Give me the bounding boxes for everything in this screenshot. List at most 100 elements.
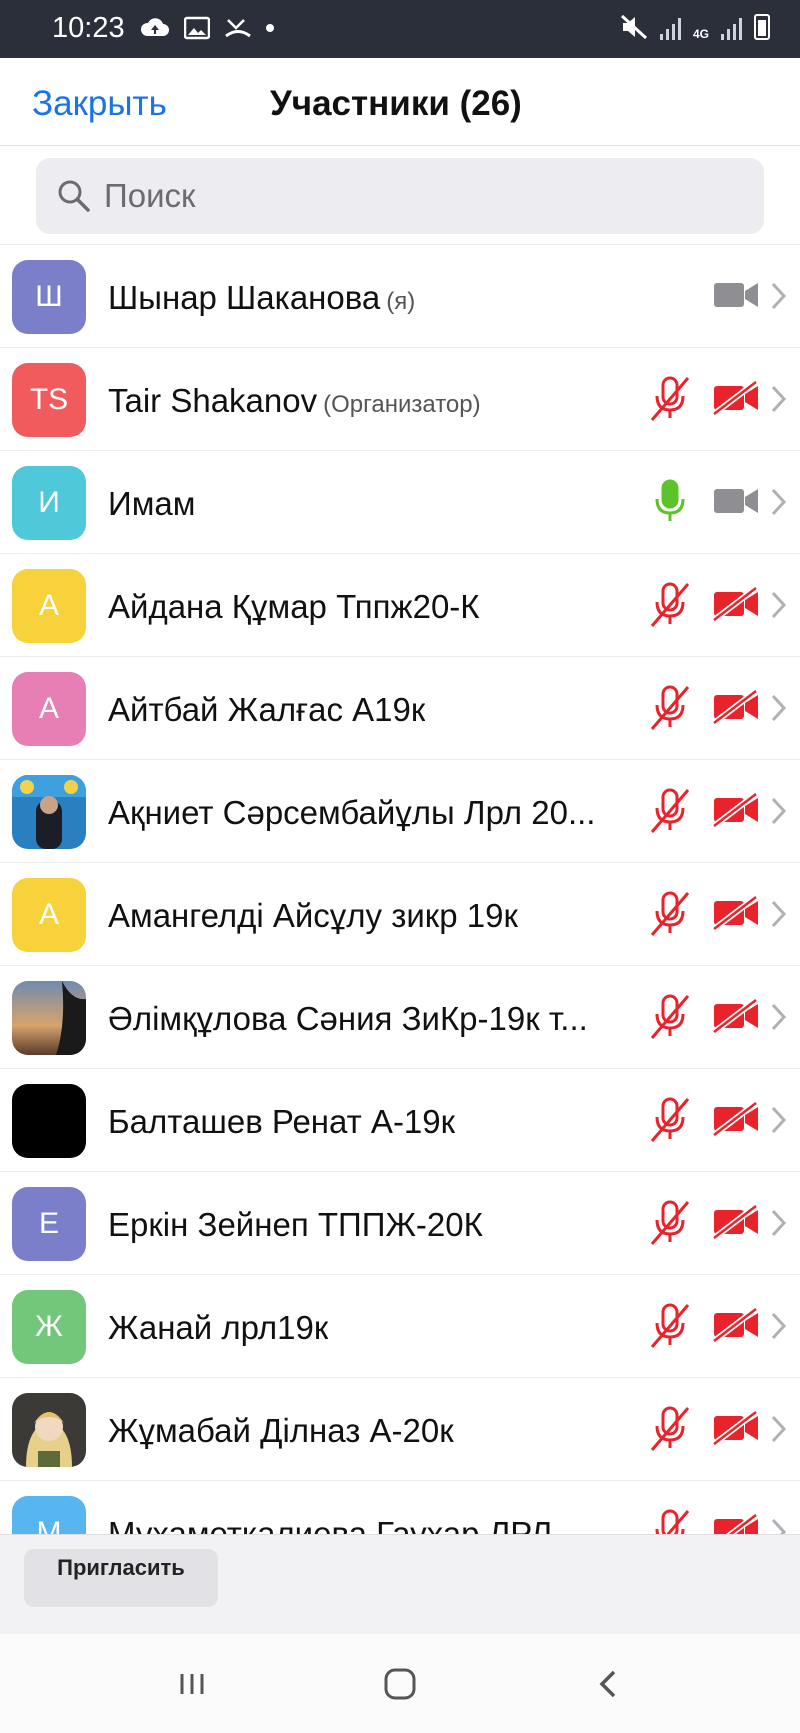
recent-apps-icon[interactable] bbox=[170, 1664, 214, 1704]
avatar: Ж bbox=[12, 1290, 86, 1364]
avatar: И bbox=[12, 466, 86, 540]
participant-role: (я) bbox=[386, 288, 416, 315]
camera-off-icon[interactable] bbox=[712, 792, 760, 828]
home-icon[interactable] bbox=[378, 1664, 422, 1704]
camera-off-icon[interactable] bbox=[712, 586, 760, 622]
chevron-right-icon bbox=[771, 1312, 787, 1340]
mic-muted-icon[interactable] bbox=[648, 683, 692, 733]
participant-list[interactable]: Ш Шынар Шаканова (я) TS Tair Shakanov (Органи… bbox=[0, 244, 800, 1534]
invite-button[interactable]: Пригласить bbox=[24, 1549, 218, 1607]
cloud-upload-icon bbox=[140, 18, 169, 36]
chevron-right-icon bbox=[771, 1106, 787, 1134]
avatar-initials: М bbox=[36, 1516, 62, 1534]
search-box[interactable] bbox=[36, 158, 764, 234]
camera-off-icon[interactable] bbox=[712, 689, 760, 725]
mic-on-icon[interactable] bbox=[648, 477, 692, 527]
search-icon bbox=[58, 180, 90, 212]
participant-name-text: Амангелді Айсұлу зикр 19к bbox=[108, 897, 518, 934]
avatar bbox=[12, 981, 86, 1055]
chevron-right-icon bbox=[771, 797, 787, 825]
camera-off-icon[interactable] bbox=[712, 1513, 760, 1534]
mic-muted-icon[interactable] bbox=[648, 374, 692, 424]
participant-name: Tair Shakanov (Организатор) bbox=[108, 382, 481, 420]
participant-name-text: Жұмабай Ділназ А-20к bbox=[108, 1412, 454, 1449]
participant-name-text: Имам bbox=[108, 485, 196, 522]
avatar-initials: Ш bbox=[35, 280, 63, 313]
chevron-right-icon bbox=[771, 694, 787, 722]
participant-row[interactable]: М Мухаметкалиева Гаухар ЛРЛ bbox=[0, 1481, 800, 1534]
search-input[interactable] bbox=[104, 172, 744, 220]
participant-row[interactable]: А Айдана Құмар Тппж20-К bbox=[0, 554, 800, 657]
participant-name: Балташев Ренат А-19к bbox=[108, 1103, 455, 1141]
camera-off-icon[interactable] bbox=[712, 998, 760, 1034]
chevron-right-icon bbox=[771, 900, 787, 928]
signal-icon-2 bbox=[721, 16, 742, 40]
mic-muted-icon[interactable] bbox=[648, 1095, 692, 1145]
participant-name: Ақниет Сәрсембайұлы Лрл 20... bbox=[108, 794, 595, 832]
participant-row[interactable]: А Айтбай Жалғас А19к bbox=[0, 657, 800, 760]
avatar-initials: И bbox=[38, 486, 60, 519]
mute-icon bbox=[620, 14, 647, 40]
avatar-initials: TS bbox=[29, 383, 69, 416]
camera-off-icon[interactable] bbox=[712, 1410, 760, 1446]
camera-off-icon[interactable] bbox=[712, 1101, 760, 1137]
participant-row[interactable]: TS Tair Shakanov (Организатор) bbox=[0, 348, 800, 451]
chevron-right-icon bbox=[771, 1003, 787, 1031]
participant-row[interactable]: Балташев Ренат А-19к bbox=[0, 1069, 800, 1172]
camera-off-icon[interactable] bbox=[712, 1204, 760, 1240]
image-icon bbox=[184, 16, 210, 40]
participant-name: Жұмабай Ділназ А-20к bbox=[108, 1412, 454, 1450]
participant-row[interactable]: Жұмабай Ділназ А-20к bbox=[0, 1378, 800, 1481]
avatar: А bbox=[12, 672, 86, 746]
mic-muted-icon[interactable] bbox=[648, 786, 692, 836]
mic-muted-icon[interactable] bbox=[648, 1301, 692, 1351]
avatar: А bbox=[12, 878, 86, 952]
participant-row[interactable]: Ш Шынар Шаканова (я) bbox=[0, 245, 800, 348]
signal-icon bbox=[659, 16, 681, 40]
mic-muted-icon[interactable] bbox=[648, 580, 692, 630]
status-time: 10:23 bbox=[52, 12, 125, 44]
chevron-right-icon bbox=[771, 488, 787, 516]
avatar-photo bbox=[12, 1393, 86, 1467]
participant-name: Амангелді Айсұлу зикр 19к bbox=[108, 897, 518, 935]
avatar bbox=[12, 1393, 86, 1467]
back-icon[interactable] bbox=[586, 1664, 630, 1704]
avatar-initials: А bbox=[38, 692, 59, 725]
more-notifications-icon bbox=[266, 24, 274, 32]
chevron-right-icon bbox=[771, 591, 787, 619]
camera-on-icon[interactable] bbox=[712, 483, 760, 519]
participant-row[interactable]: Ж Жанай лрл19к bbox=[0, 1275, 800, 1378]
avatar-photo bbox=[12, 775, 86, 849]
page-title: Участники (26) bbox=[270, 84, 522, 123]
participant-row[interactable]: Е Еркін Зейнеп ТППЖ-20К bbox=[0, 1172, 800, 1275]
avatar-initials: Ж bbox=[35, 1310, 63, 1343]
participants-header: Закрыть Участники (26) bbox=[0, 58, 800, 146]
camera-off-icon[interactable] bbox=[712, 1307, 760, 1343]
mic-muted-icon[interactable] bbox=[648, 1198, 692, 1248]
participant-row[interactable]: Ақниет Сәрсембайұлы Лрл 20... bbox=[0, 760, 800, 863]
mic-muted-icon[interactable] bbox=[648, 1404, 692, 1454]
camera-off-icon[interactable] bbox=[712, 895, 760, 931]
missed-call-icon bbox=[225, 19, 251, 38]
avatar: Е bbox=[12, 1187, 86, 1261]
chevron-right-icon bbox=[771, 282, 787, 310]
camera-off-icon[interactable] bbox=[712, 380, 760, 416]
participant-row[interactable]: И Имам bbox=[0, 451, 800, 554]
notification-icons bbox=[140, 16, 274, 40]
participant-row[interactable]: Әлімқұлова Сәния ЗиКр-19к т... bbox=[0, 966, 800, 1069]
participant-name: Мухаметкалиева Гаухар ЛРЛ bbox=[108, 1515, 552, 1534]
bottom-toolbar: Пригласить bbox=[0, 1534, 800, 1634]
mic-muted-icon[interactable] bbox=[648, 889, 692, 939]
participant-row[interactable]: А Амангелді Айсұлу зикр 19к bbox=[0, 863, 800, 966]
avatar: А bbox=[12, 569, 86, 643]
close-button[interactable]: Закрыть bbox=[32, 84, 167, 124]
mic-muted-icon[interactable] bbox=[648, 1507, 692, 1534]
avatar-initials: А bbox=[38, 589, 59, 622]
mic-muted-icon[interactable] bbox=[648, 992, 692, 1042]
avatar: М bbox=[12, 1496, 86, 1534]
camera-on-icon[interactable] bbox=[712, 277, 760, 313]
participant-name-text: Айтбай Жалғас А19к bbox=[108, 691, 426, 728]
participant-name-text: Шынар Шаканова bbox=[108, 279, 381, 316]
avatar bbox=[12, 1084, 86, 1158]
avatar-initials: Е bbox=[38, 1207, 59, 1240]
